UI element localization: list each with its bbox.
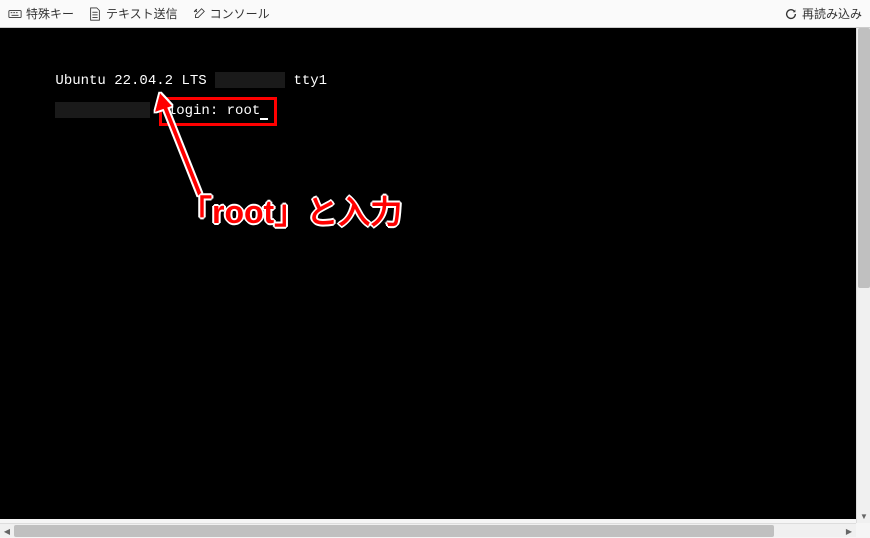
- vertical-scrollbar[interactable]: ▼: [856, 28, 870, 523]
- login-prompt-text: login: root: [168, 103, 260, 119]
- scroll-right-arrow-icon[interactable]: ▶: [842, 524, 856, 538]
- text-send-button[interactable]: テキスト送信: [88, 5, 178, 22]
- console-container: Ubuntu 22.04.2 LTS tty1 login: root: [0, 28, 870, 523]
- special-keys-button[interactable]: 特殊キー: [8, 5, 74, 22]
- terminal-line-login: login: root: [5, 76, 277, 147]
- toolbar-left-group: 特殊キー テキスト送信 コンソール: [8, 5, 270, 22]
- text-send-label: テキスト送信: [106, 5, 178, 22]
- document-icon: [88, 7, 102, 21]
- console-button[interactable]: コンソール: [192, 5, 270, 22]
- scroll-left-arrow-icon[interactable]: ◀: [0, 524, 14, 538]
- keyboard-icon: [8, 7, 22, 21]
- redacted-hostname-2: [55, 102, 150, 118]
- reload-label: 再読み込み: [802, 5, 862, 22]
- tty-text: tty1: [285, 73, 327, 89]
- cursor-icon: [260, 118, 268, 120]
- annotation-text: 「root」と入力: [180, 188, 402, 236]
- login-highlight-box: login: root: [159, 97, 277, 126]
- horizontal-scrollbar-thumb[interactable]: [14, 525, 774, 537]
- reload-icon: [784, 7, 798, 21]
- console-label: コンソール: [210, 5, 270, 22]
- reload-button[interactable]: 再読み込み: [784, 5, 862, 22]
- terminal[interactable]: Ubuntu 22.04.2 LTS tty1 login: root: [0, 28, 870, 519]
- vertical-scrollbar-thumb[interactable]: [858, 28, 870, 288]
- tools-icon: [192, 7, 206, 21]
- toolbar-right-group: 再読み込み: [784, 5, 862, 22]
- toolbar: 特殊キー テキスト送信 コンソール: [0, 0, 870, 28]
- special-keys-label: 特殊キー: [26, 5, 74, 22]
- horizontal-scrollbar[interactable]: ◀ ▶: [0, 523, 856, 537]
- scroll-down-arrow-icon[interactable]: ▼: [857, 509, 870, 523]
